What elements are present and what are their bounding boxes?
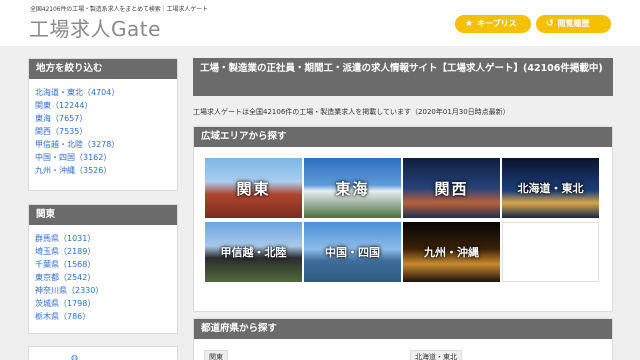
region-link[interactable]: 関西（7535） — [35, 125, 171, 138]
pref-link[interactable]: 千葉県（1568） — [35, 258, 171, 271]
area-tile-kanto[interactable]: 関東 — [205, 158, 302, 218]
region-filter-title: 地方を絞り込む — [29, 59, 177, 79]
region-link[interactable]: 北海道・東北（4704） — [35, 86, 171, 99]
intro-text: 工場求人ゲートは全国42106件の工場・製造業求人を掲載しています（2020年0… — [193, 108, 510, 116]
area-search-title: 広域エリアから探す — [194, 127, 612, 147]
region-link[interactable]: 東海（7657） — [35, 112, 171, 125]
page-title: 工場・製造業の正社員・期間工・派遣の求人情報サイト【工場求人ゲート】(42106… — [193, 58, 613, 96]
pref-group-tag: 関東 — [204, 350, 228, 360]
region-list: 北海道・東北（4704） 関東（12244） 東海（7657） 関西（7535）… — [29, 79, 177, 177]
sidebar-extra-card: ◍ — [28, 346, 178, 360]
kanto-pref-title: 関東 — [29, 205, 177, 225]
kanto-pref-list: 群馬県（1031） 埼玉県（2189） 千葉県（1568） 東京都（2542） … — [29, 225, 177, 323]
star-icon: ★ — [465, 19, 474, 29]
pref-search-card: 都道府県から探す 関東 北海道・東北 — [193, 318, 613, 360]
pref-group: 北海道・東北 — [410, 350, 462, 360]
history-button[interactable]: ↺ 閲覧履歴 — [536, 15, 611, 33]
area-tile-label: 甲信越・北陸 — [220, 246, 287, 259]
area-search-card: 広域エリアから探す 関東 東海 関西 北海道・東北 甲信越・北陸 中国・四国 九… — [193, 126, 613, 312]
pref-link[interactable]: 茨城県（1798） — [35, 297, 171, 310]
pref-link[interactable]: 神奈川県（2330） — [35, 284, 171, 297]
area-tile-label: 関東 — [236, 179, 271, 198]
region-link[interactable]: 甲信越・北陸（3278） — [35, 138, 171, 151]
site-tagline: 全国42106件の工場・製造系求人をまとめて検索｜工場求人ゲート — [30, 6, 208, 13]
region-link[interactable]: 関東（12244） — [35, 99, 171, 112]
globe-icon: ◍ — [71, 353, 78, 360]
area-tile-chugoku-shikoku[interactable]: 中国・四国 — [304, 222, 401, 282]
pref-group-tag: 北海道・東北 — [410, 350, 462, 360]
history-label: 閲覧履歴 — [557, 19, 590, 28]
area-tile-koshinetsu-hokuriku[interactable]: 甲信越・北陸 — [205, 222, 302, 282]
area-tile-label: 九州・沖縄 — [424, 246, 479, 259]
pref-link[interactable]: 東京都（2542） — [35, 271, 171, 284]
area-tile-empty — [502, 222, 599, 282]
history-icon: ↺ — [546, 19, 554, 29]
area-tile-hokkaido-tohoku[interactable]: 北海道・東北 — [502, 158, 599, 218]
area-tile-label: 北海道・東北 — [517, 182, 584, 195]
site-logo[interactable]: 工場求人Gate — [29, 13, 161, 42]
keep-list-button[interactable]: ★ キープリスト — [455, 15, 531, 46]
pref-link[interactable]: 群馬県（1031） — [35, 232, 171, 245]
area-tile-label: 関西 — [434, 179, 469, 198]
kanto-pref-card: 関東 群馬県（1031） 埼玉県（2189） 千葉県（1568） 東京都（254… — [28, 204, 178, 334]
region-link[interactable]: 中国・四国（3162） — [35, 151, 171, 164]
region-filter-card: 地方を絞り込む 北海道・東北（4704） 関東（12244） 東海（7657） … — [28, 58, 178, 191]
area-tile-tokai[interactable]: 東海 — [304, 158, 401, 218]
area-tile-kansai[interactable]: 関西 — [403, 158, 500, 218]
area-tile-kyushu-okinawa[interactable]: 九州・沖縄 — [403, 222, 500, 282]
area-tile-label: 東海 — [335, 179, 370, 198]
pref-link[interactable]: 栃木県（786） — [35, 310, 171, 323]
area-tile-label: 中国・四国 — [325, 246, 380, 259]
pref-group: 関東 — [204, 350, 228, 360]
pref-search-title: 都道府県から探す — [194, 319, 612, 339]
region-link[interactable]: 九州・沖縄（3526） — [35, 164, 171, 177]
site-header: 全国42106件の工場・製造系求人をまとめて検索｜工場求人ゲート 工場求人Gat… — [0, 0, 640, 46]
pref-link[interactable]: 埼玉県（2189） — [35, 245, 171, 258]
